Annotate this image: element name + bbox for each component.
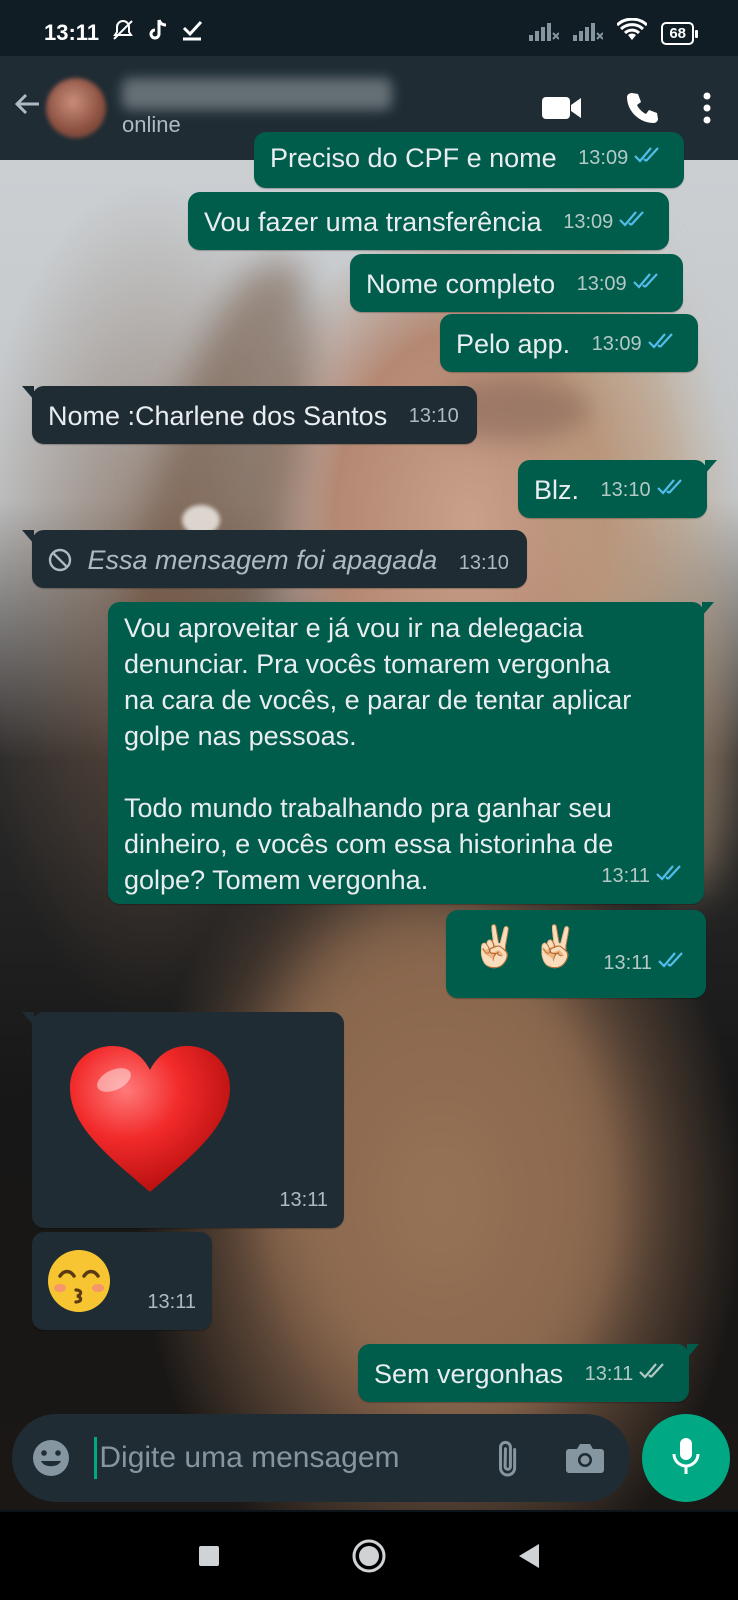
heart-icon (68, 1044, 232, 1203)
emoji-icon[interactable] (30, 1436, 72, 1480)
read-ticks-icon (619, 204, 651, 240)
recents-icon[interactable] (189, 1536, 229, 1576)
message-time: 13:11 (601, 865, 650, 887)
message-input[interactable] (99, 1428, 486, 1488)
blocked-icon (48, 545, 72, 581)
message-text: Pelo app. (456, 329, 571, 359)
message-time: 13:11 (584, 1363, 634, 1385)
phone-icon[interactable] (624, 90, 660, 126)
message-time: 13:11 (147, 1291, 196, 1313)
message-composer (12, 1414, 630, 1502)
message-deleted[interactable]: Essa mensagem foi apagada 13:10 (22, 530, 527, 588)
text-caret (94, 1437, 98, 1479)
message-outgoing[interactable]: Vou aproveitar e já vou ir na delegacia … (108, 602, 714, 904)
message-text: Vou aproveitar e já vou ir na delegacia … (124, 613, 632, 895)
message-text: Sem vergonhas (374, 1359, 564, 1389)
message-time: 13:09 (591, 333, 642, 355)
message-incoming-emoji[interactable]: 😙 13:11 (32, 1232, 212, 1330)
message-text: Vou fazer uma transferência (204, 207, 542, 237)
signal-2-icon (573, 21, 605, 46)
message-outgoing[interactable]: Preciso do CPF e nome 13:09 (254, 132, 685, 188)
message-text: Essa mensagem foi apagada (87, 545, 438, 575)
home-icon[interactable] (349, 1536, 389, 1576)
message-time: 13:10 (600, 479, 651, 501)
read-ticks-icon (658, 938, 690, 988)
contact-info[interactable]: online (122, 78, 392, 138)
tiktok-icon (147, 18, 169, 48)
wifi-icon (616, 17, 649, 48)
message-text: Blz. (534, 475, 580, 505)
message-incoming[interactable]: Nome :Charlene dos Santos 13:10 (22, 386, 477, 444)
message-outgoing[interactable]: Nome completo 13:09 (350, 254, 683, 312)
message-outgoing[interactable]: Vou fazer uma transferência 13:09 (188, 192, 670, 250)
read-ticks-icon (656, 472, 689, 508)
message-emoji: ✌🏻 ✌🏻 (470, 925, 581, 969)
more-vert-icon[interactable] (702, 92, 712, 124)
message-incoming-emoji[interactable]: ❤️ 13:11 (22, 1012, 344, 1228)
battery-indicator: 68 (661, 21, 698, 45)
message-outgoing-emoji[interactable]: ✌🏻 ✌🏻 13:11 (446, 910, 706, 998)
message-text: Nome :Charlene dos Santos (48, 401, 388, 431)
mute-notifications-icon (111, 18, 135, 48)
video-call-icon[interactable] (542, 95, 582, 121)
mic-button[interactable] (642, 1414, 730, 1502)
contact-avatar[interactable] (46, 78, 106, 138)
read-ticks-icon (632, 266, 665, 302)
status-time: 13:11 (44, 20, 100, 45)
download-done-icon (181, 18, 203, 48)
read-ticks-icon (634, 140, 666, 176)
kissing-face-icon (46, 1248, 112, 1323)
message-outgoing[interactable]: Sem vergonhas 13:11 (358, 1344, 700, 1402)
message-text: Nome completo (366, 269, 556, 299)
message-time: 13:10 (458, 552, 509, 574)
message-time: 13:09 (563, 211, 614, 233)
message-time: 13:09 (578, 147, 629, 169)
read-ticks-icon (656, 858, 688, 894)
read-ticks-icon (647, 326, 680, 362)
system-nav-bar (0, 1512, 738, 1600)
message-time: 13:11 (603, 952, 652, 974)
message-outgoing[interactable]: Pelo app. 13:09 (440, 314, 698, 372)
message-text: Preciso do CPF e nome (270, 143, 557, 173)
delivered-ticks-icon (639, 1356, 671, 1392)
back-icon[interactable] (509, 1536, 549, 1576)
mic-icon (671, 1436, 701, 1481)
camera-icon[interactable] (562, 1434, 608, 1482)
message-time: 13:11 (279, 1189, 328, 1211)
message-time: 13:09 (576, 273, 627, 295)
back-arrow-icon[interactable] (12, 89, 42, 128)
message-outgoing[interactable]: Blz. 13:10 (518, 460, 717, 518)
signal-icon (529, 21, 561, 46)
contact-name-redacted (122, 78, 392, 110)
message-time: 13:10 (408, 405, 459, 427)
attach-icon[interactable] (485, 1434, 531, 1482)
